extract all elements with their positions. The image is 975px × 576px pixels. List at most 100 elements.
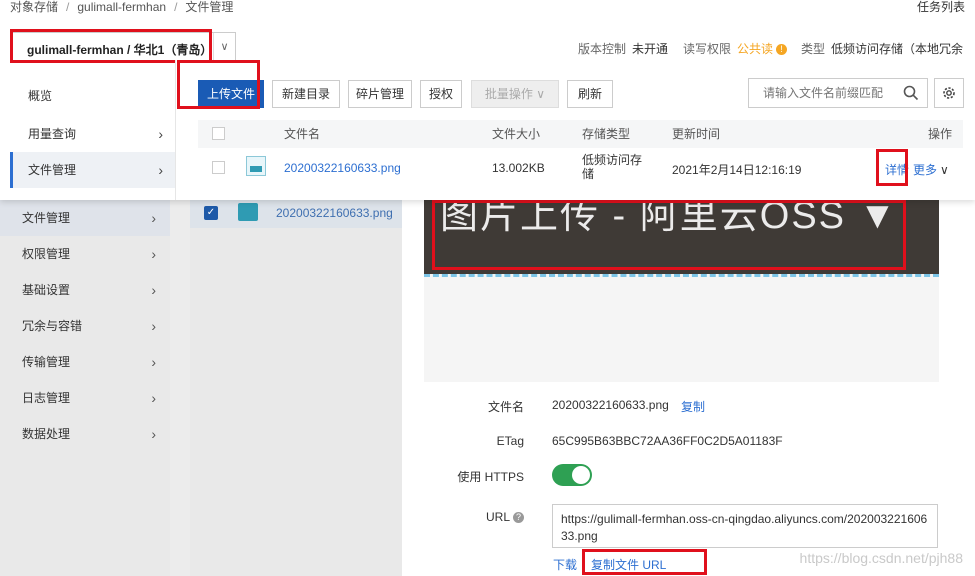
download-link[interactable]: 下载 <box>553 556 577 573</box>
file-size: 13.002KB <box>492 161 545 175</box>
gear-icon <box>943 87 955 99</box>
row-checkbox[interactable] <box>212 161 225 174</box>
https-toggle[interactable] <box>552 464 592 486</box>
breadcrumb-item-current: 文件管理 <box>185 0 234 14</box>
bg-nav-item-redundancy[interactable]: 冗余与容错 › <box>0 308 170 344</box>
highlight-box-upload <box>177 60 260 109</box>
meta-value: 未开通 <box>632 42 669 56</box>
warning-icon: ! <box>776 44 788 55</box>
file-list-area: 上传文件 新建目录 碎片管理 授权 批量操作 ∨ 刷新 文件名 文件大小 存储类… <box>175 60 975 200</box>
background-file-list: ✓ 20200322160633.png <box>190 200 402 576</box>
authorize-button[interactable]: 授权 <box>420 80 462 108</box>
file-updated-time: 2021年2月14日12:16:19 <box>672 163 802 177</box>
breadcrumb-item-oss[interactable]: 对象存储 <box>10 0 58 14</box>
filename-label: 文件名 <box>487 400 524 414</box>
meta-label: 版本控制 <box>578 42 627 56</box>
meta-value: 公共读 <box>737 42 774 56</box>
more-label: 更多 <box>913 163 938 177</box>
url-field[interactable]: https://gulimall-fermhan.oss-cn-qingdao.… <box>552 504 938 548</box>
url-label-wrap: URL? <box>404 510 524 524</box>
meta-label: 类型 <box>801 42 826 56</box>
filename-value: 20200322160633.png <box>552 398 669 412</box>
file-storage-type: 低频访问存储 <box>582 153 643 181</box>
copy-filename-link[interactable]: 复制 <box>681 398 705 415</box>
side-item-label: 用量查询 <box>28 127 77 141</box>
table-row: 20200322160633.png 13.002KB 低频访问存储 2021年… <box>198 148 963 188</box>
image-file-icon <box>246 156 266 176</box>
bg-nav-item-transfer[interactable]: 传输管理 › <box>0 344 170 380</box>
breadcrumb: 对象存储 / gulimall-fermhan / 文件管理 <box>10 0 233 14</box>
select-all-checkbox[interactable] <box>212 127 225 140</box>
meta-label: 读写权限 <box>683 42 732 56</box>
search-icon[interactable] <box>903 85 919 101</box>
bg-nav-item-data-processing[interactable]: 数据处理 › <box>0 416 170 452</box>
chevron-right-icon: › <box>151 354 156 370</box>
side-item-overview[interactable]: 概览 <box>10 78 175 114</box>
preview-divider <box>424 274 939 277</box>
bg-nav-label: 冗余与容错 <box>22 319 83 333</box>
bg-nav-label: 基础设置 <box>22 283 71 297</box>
bg-nav-label: 日志管理 <box>22 391 71 405</box>
table-header: 文件名 文件大小 存储类型 更新时间 操作 <box>198 120 963 148</box>
search-box <box>748 78 928 108</box>
background-sidebar: 文件管理 › 权限管理 › 基础设置 › 冗余与容错 › 传输管理 › 日志管理 › 数据处… <box>0 200 170 576</box>
highlight-box-detail <box>876 149 908 186</box>
chevron-right-icon: › <box>158 126 163 142</box>
side-item-label: 文件管理 <box>28 163 77 177</box>
file-detail-panel: 图片上传 - 阿里云OSS ▼ 文件名 20200322160633.png 复… <box>402 200 975 576</box>
file-name-link[interactable]: 20200322160633.png <box>284 161 401 175</box>
side-menu: 概览 用量查询 › 文件管理 › <box>0 78 175 200</box>
chevron-right-icon: › <box>151 390 156 406</box>
breadcrumb-item-bucket[interactable]: gulimall-fermhan <box>77 0 166 14</box>
side-item-files[interactable]: 文件管理 › <box>10 152 175 188</box>
bg-nav-item-permissions[interactable]: 权限管理 › <box>0 236 170 272</box>
bg-nav-item-basic-settings[interactable]: 基础设置 › <box>0 272 170 308</box>
highlight-box-preview <box>432 200 906 270</box>
side-item-usage[interactable]: 用量查询 › <box>10 116 175 152</box>
col-header-actions: 操作 <box>928 127 953 141</box>
chevron-down-icon[interactable]: ∨ <box>213 33 235 61</box>
breadcrumb-separator: / <box>174 0 178 14</box>
col-header-updated: 更新时间 <box>672 127 721 141</box>
bg-nav-label: 数据处理 <box>22 427 71 441</box>
new-directory-button[interactable]: 新建目录 <box>272 80 340 108</box>
checkbox-checked-icon[interactable]: ✓ <box>204 206 218 220</box>
bg-nav-label: 传输管理 <box>22 355 71 369</box>
bg-nav-label: 权限管理 <box>22 247 71 261</box>
search-input[interactable] <box>749 79 899 107</box>
meta-version-control: 版本控制 未开通 <box>578 40 668 57</box>
side-item-label: 概览 <box>28 89 53 103</box>
fragment-management-button[interactable]: 碎片管理 <box>348 80 412 108</box>
more-menu[interactable]: 更多 ∨ <box>913 161 949 178</box>
chevron-right-icon: › <box>151 210 156 226</box>
watermark: https://blog.csdn.net/pjh88 <box>799 550 963 566</box>
url-label: URL <box>485 510 510 524</box>
task-list-link[interactable]: 任务列表 <box>917 0 965 14</box>
bg-list-row[interactable]: ✓ 20200322160633.png <box>190 200 402 228</box>
bg-file-name[interactable]: 20200322160633.png <box>276 206 393 220</box>
toggle-knob <box>572 466 590 484</box>
chevron-down-icon: ∨ <box>940 163 949 177</box>
meta-acl: 读写权限 公共读! <box>683 40 788 57</box>
settings-button[interactable] <box>934 78 964 108</box>
col-header-size: 文件大小 <box>492 127 541 141</box>
col-header-name: 文件名 <box>284 127 321 141</box>
bg-nav-item-files[interactable]: 文件管理 › <box>0 200 170 236</box>
bg-nav-item-logs[interactable]: 日志管理 › <box>0 380 170 416</box>
bg-nav-label: 文件管理 <box>22 211 71 225</box>
etag-label: ETag <box>496 434 524 448</box>
https-label: 使用 HTTPS <box>457 470 524 484</box>
chevron-down-icon: ∨ <box>536 87 546 101</box>
highlight-box-bucket <box>10 29 212 63</box>
etag-value: 65C995B63BBC72AA36FF0C2D5A01183F <box>552 434 783 448</box>
meta-value: 低频访问存储（本地冗余 <box>831 42 964 56</box>
chevron-right-icon: › <box>151 426 156 442</box>
breadcrumb-separator: / <box>66 0 70 14</box>
batch-label: 批量操作 <box>484 87 533 101</box>
refresh-button[interactable]: 刷新 <box>567 80 613 108</box>
help-icon[interactable]: ? <box>513 512 524 523</box>
chevron-right-icon: › <box>158 162 163 178</box>
chevron-right-icon: › <box>151 318 156 334</box>
file-manager-overlay: 对象存储 / gulimall-fermhan / 文件管理 任务列表 gulimall… <box>0 0 975 200</box>
batch-operation-button[interactable]: 批量操作 ∨ <box>471 80 559 108</box>
